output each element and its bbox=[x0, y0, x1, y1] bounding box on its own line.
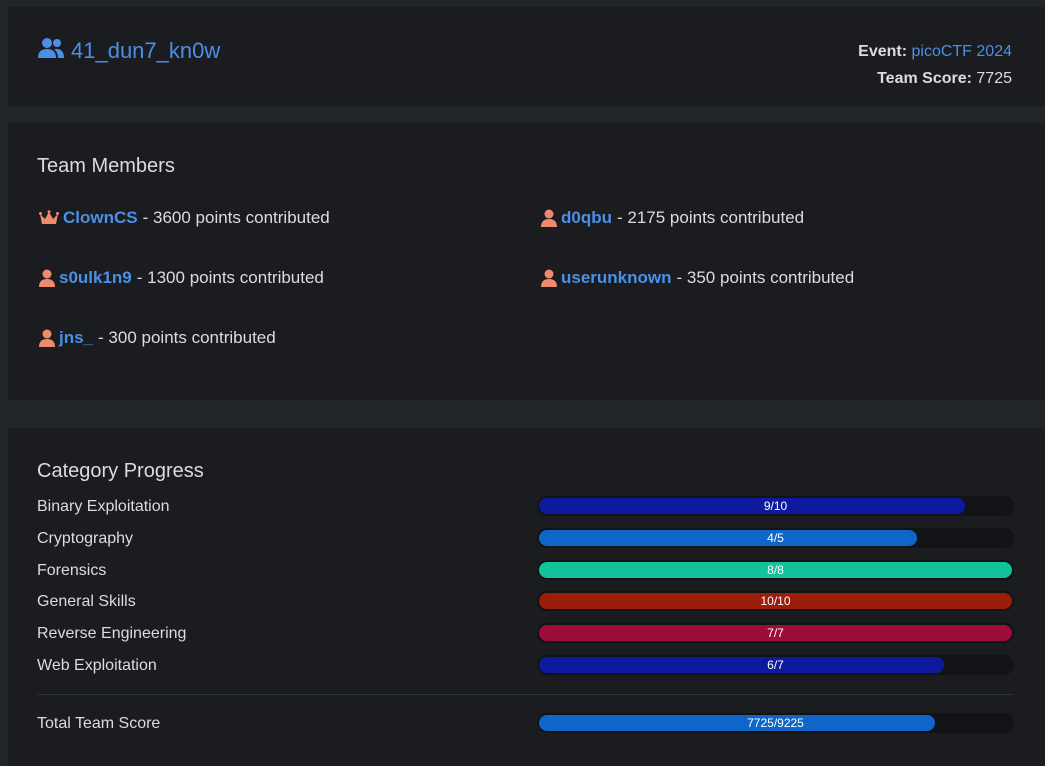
team-members-title: Team Members bbox=[37, 155, 175, 177]
member-points: - 3600 points contributed bbox=[142, 208, 330, 227]
team-name: 41_dun7_kn0w bbox=[71, 38, 221, 63]
progress-bar: 6/7 bbox=[537, 655, 1014, 675]
user-icon bbox=[39, 329, 55, 347]
category-label: General Skills bbox=[37, 593, 136, 610]
member-points: - 300 points contributed bbox=[98, 328, 276, 347]
team-members-card: Team Members ClownCS - 3600 points contr… bbox=[8, 123, 1045, 400]
member-name-link[interactable]: userunknown bbox=[561, 268, 672, 288]
progress-bar: 9/10 bbox=[537, 496, 1014, 516]
user-icon bbox=[39, 269, 55, 287]
progress-text: 10/10 bbox=[760, 594, 791, 608]
progress-text: 8/8 bbox=[767, 563, 784, 577]
member-item: ClownCS - 3600 points contributed bbox=[39, 208, 330, 228]
user-icon bbox=[541, 269, 557, 287]
team-score-value: 7725 bbox=[976, 70, 1012, 87]
team-header-card: 41_dun7_kn0w Event: picoCTF 2024 Team Sc… bbox=[8, 7, 1045, 106]
total-progress-bar: 7725/9225 bbox=[537, 713, 1014, 733]
member-item: jns_ - 300 points contributed bbox=[39, 328, 276, 348]
category-label: Binary Exploitation bbox=[37, 498, 170, 515]
team-score-line: Team Score: 7725 bbox=[858, 65, 1012, 92]
divider bbox=[37, 694, 1014, 695]
category-label: Reverse Engineering bbox=[37, 625, 187, 642]
team-score-label: Team Score: bbox=[877, 70, 972, 87]
team-title: 41_dun7_kn0w bbox=[37, 37, 220, 65]
crown-icon bbox=[39, 210, 59, 226]
progress-text: 7/7 bbox=[767, 626, 784, 640]
progress-bar: 8/8 bbox=[537, 560, 1014, 580]
progress-text: 9/10 bbox=[763, 499, 788, 513]
user-icon bbox=[541, 209, 557, 227]
event-label: Event: bbox=[858, 43, 908, 60]
total-score-label: Total Team Score bbox=[37, 715, 161, 732]
member-name-link[interactable]: jns_ bbox=[59, 328, 93, 348]
category-label: Cryptography bbox=[37, 530, 134, 547]
progress-text: 6/7 bbox=[767, 658, 784, 672]
member-name-link[interactable]: s0ulk1n9 bbox=[59, 268, 132, 288]
progress-bar: 7/7 bbox=[537, 623, 1014, 643]
progress-text: 7725/9225 bbox=[747, 716, 804, 730]
member-name-link[interactable]: ClownCS bbox=[63, 208, 138, 228]
member-name-link[interactable]: d0qbu bbox=[561, 208, 612, 228]
category-progress-card: Category Progress Binary Exploitation 9/… bbox=[8, 428, 1045, 766]
event-line: Event: picoCTF 2024 bbox=[858, 38, 1012, 65]
category-label: Web Exploitation bbox=[37, 657, 157, 674]
event-info: Event: picoCTF 2024 Team Score: 7725 bbox=[858, 38, 1012, 92]
progress-bar: 4/5 bbox=[537, 528, 1014, 548]
category-label: Forensics bbox=[37, 562, 107, 579]
member-points: - 1300 points contributed bbox=[136, 268, 324, 287]
member-points: - 2175 points contributed bbox=[617, 208, 805, 227]
event-link[interactable]: picoCTF 2024 bbox=[912, 43, 1013, 60]
member-item: s0ulk1n9 - 1300 points contributed bbox=[39, 268, 324, 288]
member-item: userunknown - 350 points contributed bbox=[541, 268, 854, 288]
progress-text: 4/5 bbox=[767, 531, 784, 545]
member-item: d0qbu - 2175 points contributed bbox=[541, 208, 804, 228]
users-icon bbox=[37, 37, 71, 65]
category-progress-title: Category Progress bbox=[37, 460, 204, 482]
member-points: - 350 points contributed bbox=[676, 268, 855, 287]
progress-bar: 10/10 bbox=[537, 591, 1014, 611]
